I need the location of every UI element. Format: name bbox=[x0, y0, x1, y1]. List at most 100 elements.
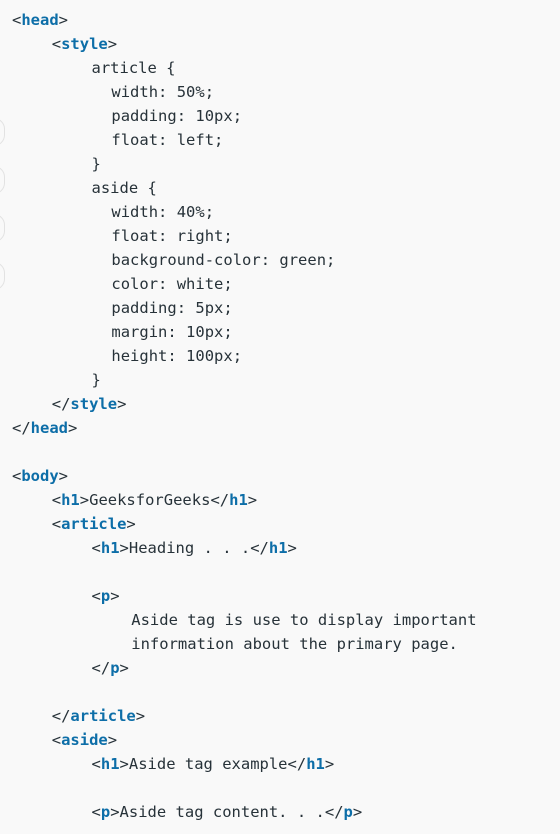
code-block: <head> <style> article {width: 50%; padding… bbox=[0, 0, 560, 834]
code-text: float: left; bbox=[111, 131, 224, 149]
code-line: <aside> bbox=[0, 728, 560, 752]
tag-name: p bbox=[100, 803, 111, 821]
tag-name: style bbox=[70, 395, 118, 413]
tag-bracket: < bbox=[51, 731, 62, 749]
tag-bracket: < bbox=[51, 35, 62, 53]
code-line: </head> bbox=[0, 416, 560, 440]
tag-name: h1 bbox=[61, 491, 80, 509]
tag-bracket: < bbox=[91, 755, 101, 773]
code-text: } bbox=[91, 371, 101, 389]
code-text: Aside tag is use to display important bbox=[131, 611, 477, 629]
code-text: color: white; bbox=[111, 275, 233, 293]
tag-bracket: </ bbox=[51, 395, 71, 413]
tag-name: h1 bbox=[100, 539, 120, 557]
code-line: <h1>GeeksforGeeks</h1> bbox=[0, 488, 560, 512]
code-line: height: 100px; bbox=[0, 344, 560, 368]
tag-bracket: > bbox=[117, 395, 127, 413]
tag-name: article bbox=[70, 707, 136, 725]
tag-name: p bbox=[100, 587, 111, 605]
tag-bracket: > bbox=[79, 491, 90, 509]
tag-bracket: > bbox=[324, 755, 335, 773]
tag-bracket: < bbox=[12, 11, 22, 29]
code-line: } bbox=[0, 152, 560, 176]
code-line: padding: 5px; bbox=[0, 296, 560, 320]
tag-name: h1 bbox=[100, 755, 120, 773]
tag-bracket: > bbox=[58, 467, 69, 485]
code-line: aside { bbox=[0, 176, 560, 200]
tag-name: p bbox=[110, 659, 120, 677]
tag-name: h1 bbox=[306, 755, 325, 773]
tag-bracket: </ bbox=[91, 659, 111, 677]
tag-bracket: </ bbox=[51, 707, 71, 725]
code-text: background-color: green; bbox=[111, 251, 336, 269]
tag-name: head bbox=[21, 11, 59, 29]
code-line: <p>Aside tag content. . .</p> bbox=[0, 800, 560, 824]
tag-name: head bbox=[30, 419, 68, 437]
code-text: Aside tag example bbox=[128, 755, 288, 773]
tag-name: aside bbox=[61, 731, 108, 749]
tag-bracket: </ bbox=[12, 419, 31, 437]
code-text: margin: 10px; bbox=[111, 323, 233, 341]
tag-bracket: > bbox=[68, 419, 78, 437]
tag-name: article bbox=[61, 515, 127, 533]
tag-name: h1 bbox=[229, 491, 248, 509]
tag-bracket: > bbox=[135, 707, 146, 725]
tag-bracket: > bbox=[110, 587, 120, 605]
code-line: <article> bbox=[0, 512, 560, 536]
tag-bracket: </ bbox=[250, 539, 269, 557]
tag-name: h1 bbox=[268, 539, 288, 557]
tag-bracket: < bbox=[12, 467, 22, 485]
tag-name: style bbox=[61, 35, 108, 53]
code-line: color: white; bbox=[0, 272, 560, 296]
code-line: float: left; bbox=[0, 128, 560, 152]
tag-bracket: </ bbox=[324, 803, 344, 821]
tag-bracket: < bbox=[91, 803, 101, 821]
tag-bracket: > bbox=[119, 755, 129, 773]
tag-bracket: > bbox=[352, 803, 363, 821]
code-line: <body> bbox=[0, 464, 560, 488]
tag-bracket: </ bbox=[287, 755, 307, 773]
code-line: padding: 10px; bbox=[0, 104, 560, 128]
code-line: <h1>Heading . . .</h1> bbox=[0, 536, 560, 560]
tag-name: p bbox=[343, 803, 353, 821]
code-text: padding: 10px; bbox=[111, 107, 243, 125]
code-text: width: 40%; bbox=[111, 203, 215, 221]
code-line: width: 40%; bbox=[0, 200, 560, 224]
tag-bracket: </ bbox=[210, 491, 230, 509]
code-line: </style> bbox=[0, 392, 560, 416]
code-line: </article> bbox=[0, 704, 560, 728]
tag-bracket: > bbox=[287, 539, 297, 557]
code-text: } bbox=[91, 155, 101, 173]
code-line: <h1>Aside tag example</h1> bbox=[0, 752, 560, 776]
tag-bracket: < bbox=[91, 587, 101, 605]
tag-bracket: > bbox=[58, 11, 69, 29]
tag-bracket: < bbox=[51, 515, 62, 533]
tag-name: body bbox=[21, 467, 59, 485]
code-line: <style> bbox=[0, 32, 560, 56]
tag-bracket: > bbox=[107, 35, 118, 53]
code-text: float: right; bbox=[111, 227, 233, 245]
tag-bracket: > bbox=[247, 491, 258, 509]
code-line: </p> bbox=[0, 656, 560, 680]
code-text: Heading . . . bbox=[128, 539, 251, 557]
code-text: article { bbox=[91, 59, 176, 77]
code-text: Aside tag content. . . bbox=[119, 803, 325, 821]
code-text: width: 50%; bbox=[111, 83, 215, 101]
code-line: } bbox=[0, 368, 560, 392]
code-text: aside { bbox=[91, 179, 157, 197]
code-line: background-color: green; bbox=[0, 248, 560, 272]
code-text: GeeksforGeeks bbox=[89, 491, 211, 509]
code-text: height: 100px; bbox=[111, 347, 243, 365]
tag-bracket: > bbox=[119, 539, 129, 557]
tag-bracket: > bbox=[126, 515, 136, 533]
code-line: margin: 10px; bbox=[0, 320, 560, 344]
code-line: <p> bbox=[0, 584, 560, 608]
tag-bracket: < bbox=[91, 539, 101, 557]
code-line: width: 50%; bbox=[0, 80, 560, 104]
code-text: padding: 5px; bbox=[111, 299, 233, 317]
code-lines: <head> <style> article {width: 50%; padding… bbox=[0, 8, 560, 824]
